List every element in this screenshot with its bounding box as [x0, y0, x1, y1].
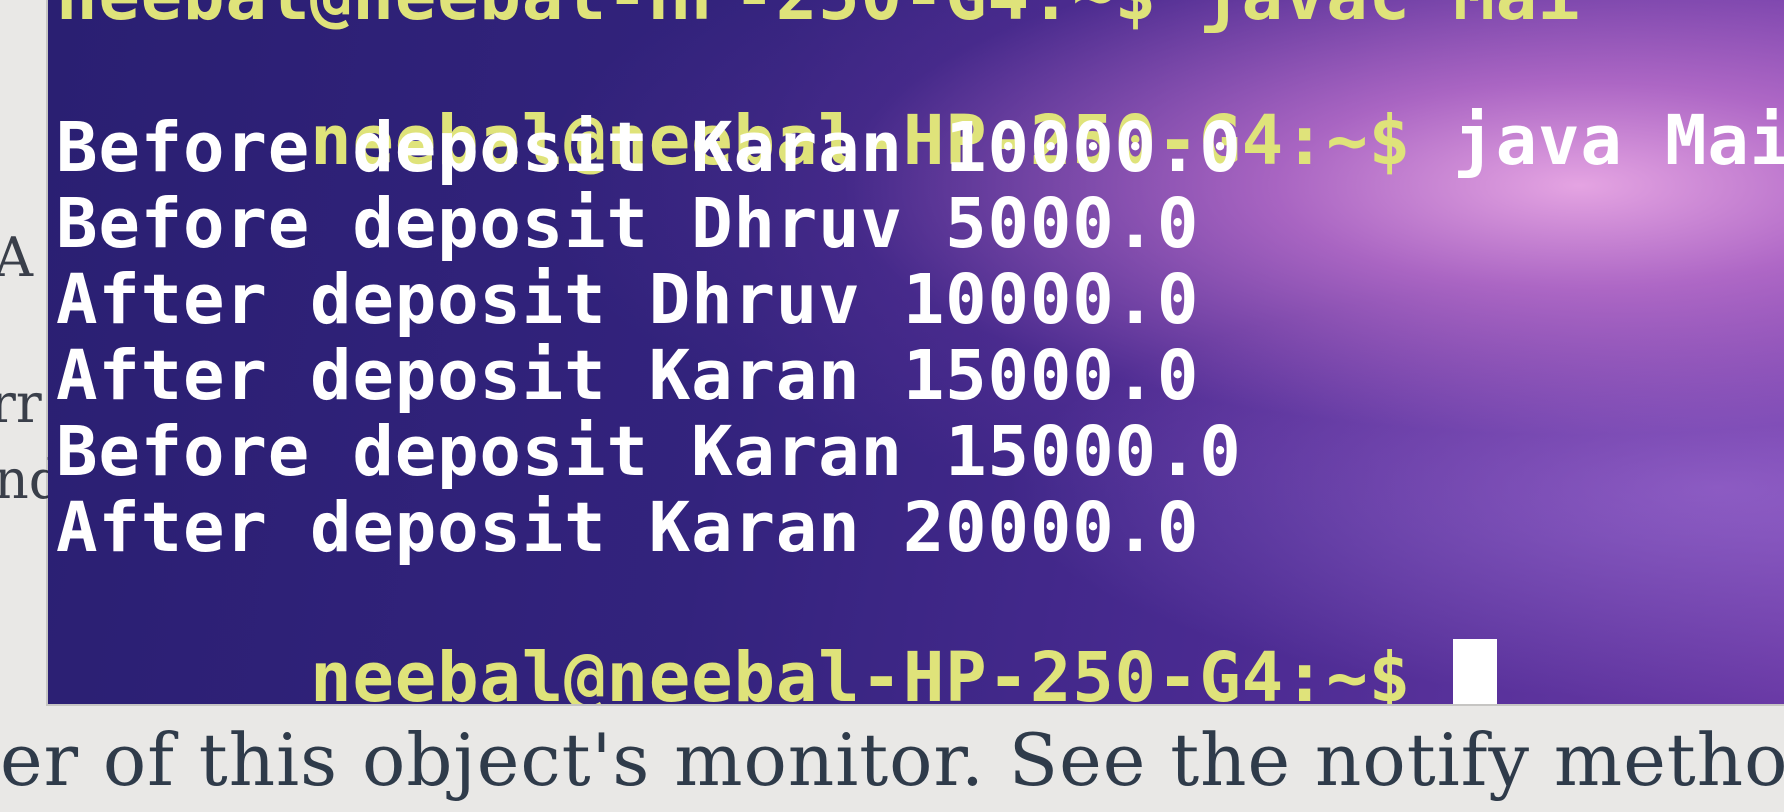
terminal-input-line[interactable]: neebal@neebal-HP-250-G4:~$ — [56, 570, 1498, 705]
terminal-output-line: Before deposit Karan 15000.0 — [56, 412, 1242, 492]
terminal-command: java Main — [1453, 101, 1784, 181]
document-fragment: rr — [0, 372, 42, 435]
text-cursor — [1453, 639, 1498, 704]
document-fragment: A — [0, 226, 33, 289]
terminal-output-line: After deposit Karan 20000.0 — [56, 488, 1200, 568]
terminal-output-line: After deposit Dhruv 10000.0 — [56, 260, 1200, 340]
terminal-output-line: Before deposit Karan 10000.0 — [56, 108, 1242, 188]
terminal-previous-command: neebal@neebal-HP-250-G4:~$ javac Mai — [56, 0, 1580, 31]
terminal-output-line: Before deposit Dhruv 5000.0 — [56, 184, 1200, 264]
screen: A rr nd er of this object's monitor. See… — [0, 0, 1784, 812]
document-text-line: er of this object's monitor. See the not… — [0, 718, 1784, 802]
terminal-output-line: After deposit Karan 15000.0 — [56, 336, 1200, 416]
terminal-prompt: neebal@neebal-HP-250-G4:~$ — [310, 638, 1411, 705]
terminal-window[interactable]: neebal@neebal-HP-250-G4:~$ javac Mai nee… — [48, 0, 1784, 704]
